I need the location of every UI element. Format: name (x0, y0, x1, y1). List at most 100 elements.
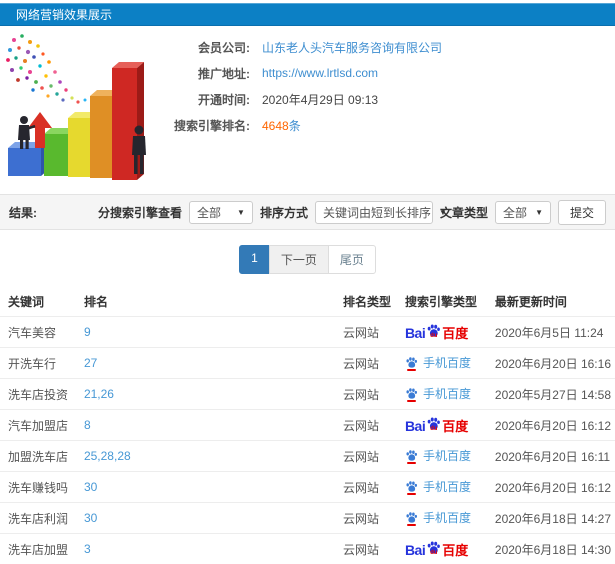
table-body: 汽车美容 9 云网站 Bai du 百度 2020年 (0, 317, 615, 564)
info-row-open-time: 开通时间: 2020年4月29日 09:13 (158, 92, 442, 106)
mobile-baidu-badge: 手机百度 (405, 354, 471, 371)
filter-controls: 分搜索引擎查看 全部 ▼ 排序方式 关键词由短到长排序 ▼ 文章类型 全部 ▼ … (98, 200, 606, 225)
rank-type-cell: 云网站 (339, 410, 401, 441)
company-link[interactable]: 山东老人头汽车服务咨询有限公司 (262, 39, 442, 56)
table-header-row: 关键词 排名 排名类型 搜索引擎类型 最新更新时间 (0, 287, 615, 317)
baidu-paw-icon: du (426, 416, 441, 433)
baidu-logo-latin: Bai (405, 326, 425, 340)
updated-cell: 2020年6月20日 16:16 (491, 348, 615, 379)
keyword-cell: 加盟洗车店 (0, 441, 80, 472)
engine-cell: 手机百度 (401, 379, 491, 410)
rank-count-value: 4648条 (262, 117, 301, 134)
rank-cell[interactable]: 21,26 (80, 379, 339, 410)
rank-cell[interactable]: 30 (80, 503, 339, 534)
updated-cell: 2020年6月18日 14:27 (491, 503, 615, 534)
open-time-label: 开通时间: (158, 91, 250, 108)
engine-cell: 手机百度 (401, 348, 491, 379)
keyword-cell: 洗车赚钱吗 (0, 472, 80, 503)
baidu-paw-du-text: du (430, 333, 437, 339)
mobile-baidu-paw-icon (405, 480, 418, 493)
rank-type-cell: 云网站 (339, 441, 401, 472)
updated-cell: 2020年6月20日 16:12 (491, 410, 615, 441)
baidu-logo: Bai du 百度 (405, 540, 468, 557)
open-time-value: 2020年4月29日 09:13 (262, 91, 378, 108)
bars (8, 62, 144, 180)
mobile-baidu-badge: 手机百度 (405, 478, 471, 495)
baidu-logo: Bai du 百度 (405, 323, 468, 340)
promo-url-link[interactable]: https://www.lrtlsd.com (262, 66, 378, 80)
mobile-baidu-underline (407, 524, 416, 526)
rank-cell[interactable]: 3 (80, 534, 339, 564)
member-info: 会员公司: 山东老人头汽车服务咨询有限公司 推广地址: https://www.… (158, 40, 442, 144)
rank-type-cell: 云网站 (339, 503, 401, 534)
header-rank: 排名 (80, 287, 339, 317)
keyword-cell: 洗车店利润 (0, 503, 80, 534)
next-page-button[interactable]: 下一页 (269, 245, 329, 274)
hero-section: 会员公司: 山东老人头汽车服务咨询有限公司 推广地址: https://www.… (0, 26, 615, 194)
rank-cell[interactable]: 8 (80, 410, 339, 441)
engine-cell: 手机百度 (401, 472, 491, 503)
table-row: 汽车美容 9 云网站 Bai du 百度 2020年 (0, 317, 615, 348)
rank-cell[interactable]: 30 (80, 472, 339, 503)
mobile-baidu-badge: 手机百度 (405, 447, 471, 464)
engine-view-label: 分搜索引擎查看 (98, 204, 182, 221)
keyword-cell: 开洗车行 (0, 348, 80, 379)
mobile-baidu-label: 手机百度 (423, 509, 471, 526)
engine-cell: 手机百度 (401, 441, 491, 472)
rank-type-cell: 云网站 (339, 317, 401, 348)
engine-cell: Bai du 百度 (401, 534, 491, 564)
baidu-logo-latin: Bai (405, 543, 425, 557)
mobile-baidu-underline (407, 493, 416, 495)
mobile-baidu-label: 手机百度 (423, 385, 471, 402)
mobile-baidu-label: 手机百度 (423, 354, 471, 371)
mobile-baidu-paw-icon (405, 387, 418, 400)
page-banner: 网络营销效果展示 (0, 3, 615, 26)
rank-cell[interactable]: 9 (80, 317, 339, 348)
table-row: 加盟洗车店 25,28,28 云网站 手机百度 2020年6月20 (0, 441, 615, 472)
submit-button[interactable]: 提交 (558, 200, 606, 225)
promo-url-label: 推广地址: (158, 65, 250, 82)
table-row: 洗车店加盟 3 云网站 Bai du 百度 2020 (0, 534, 615, 564)
mobile-baidu-underline (407, 400, 416, 402)
pagination: 1 下一页 尾页 (0, 245, 615, 274)
article-type-select[interactable]: 全部 ▼ (495, 201, 551, 224)
info-row-company: 会员公司: 山东老人头汽车服务咨询有限公司 (158, 40, 442, 54)
rank-type-cell: 云网站 (339, 534, 401, 564)
results-table: 关键词 排名 排名类型 搜索引擎类型 最新更新时间 汽车美容 9 云网站 Bai (0, 287, 615, 564)
engine-cell: Bai du 百度 (401, 410, 491, 441)
chevron-down-icon: ▼ (535, 208, 543, 217)
header-updated: 最新更新时间 (491, 287, 615, 317)
chevron-down-icon: ▼ (237, 208, 245, 217)
rank-cell[interactable]: 27 (80, 348, 339, 379)
mobile-baidu-paw-icon (405, 356, 418, 369)
updated-cell: 2020年6月20日 16:12 (491, 472, 615, 503)
company-label: 会员公司: (158, 39, 250, 56)
rank-type-cell: 云网站 (339, 348, 401, 379)
updated-cell: 2020年6月5日 11:24 (491, 317, 615, 348)
updated-cell: 2020年5月27日 14:58 (491, 379, 615, 410)
rank-cell[interactable]: 25,28,28 (80, 441, 339, 472)
rank-count-unit: 条 (289, 119, 301, 133)
baidu-paw-icon: du (426, 540, 441, 557)
baidu-paw-du-text: du (430, 426, 437, 432)
table-row: 开洗车行 27 云网站 手机百度 2020年6月20日 16:16 (0, 348, 615, 379)
result-label: 结果: (9, 204, 37, 221)
sort-value: 关键词由短到长排序 (323, 204, 431, 221)
last-page-button[interactable]: 尾页 (328, 245, 376, 274)
mobile-baidu-badge: 手机百度 (405, 509, 471, 526)
page-title: 网络营销效果展示 (16, 6, 112, 23)
baidu-paw-icon: du (426, 323, 441, 340)
mobile-baidu-badge: 手机百度 (405, 385, 471, 402)
sort-select[interactable]: 关键词由短到长排序 ▼ (315, 201, 433, 224)
info-row-rank-count: 搜索引擎排名: 4648条 (158, 118, 442, 132)
engine-view-select[interactable]: 全部 ▼ (189, 201, 253, 224)
mobile-baidu-underline (407, 369, 416, 371)
mobile-baidu-label: 手机百度 (423, 478, 471, 495)
article-type-label: 文章类型 (440, 204, 488, 221)
baidu-logo-cn: 百度 (442, 420, 468, 433)
baidu-logo-latin: Bai (405, 419, 425, 433)
keyword-cell: 洗车店投资 (0, 379, 80, 410)
mobile-baidu-label: 手机百度 (423, 447, 471, 464)
header-rank-type: 排名类型 (339, 287, 401, 317)
page-1-button[interactable]: 1 (239, 245, 270, 274)
